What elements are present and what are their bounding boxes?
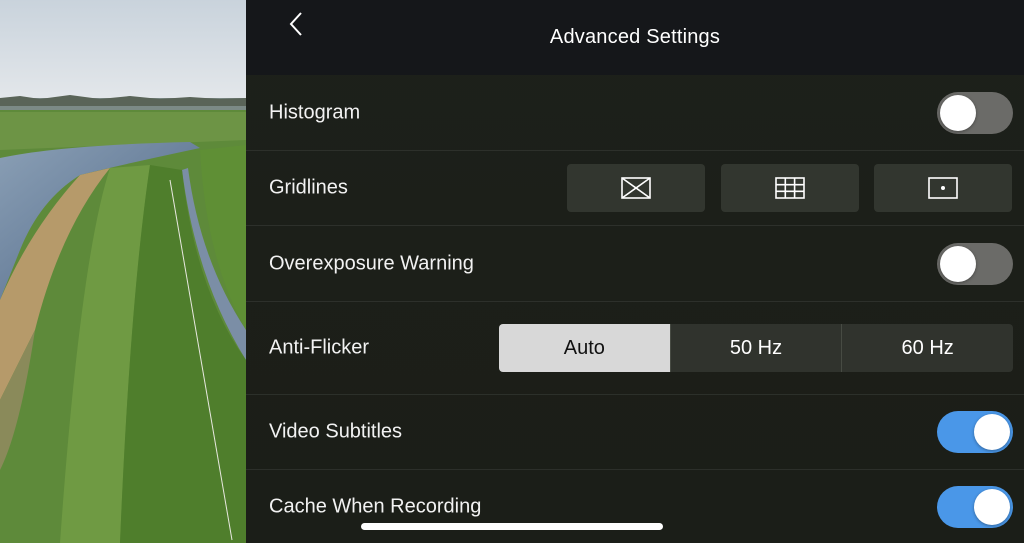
header-bar: Advanced Settings (246, 0, 1024, 75)
home-indicator[interactable] (361, 523, 663, 530)
video-subtitles-label: Video Subtitles (269, 420, 403, 443)
gridline-diagonal-button[interactable] (567, 164, 705, 212)
anti-flicker-50hz[interactable]: 50 Hz (669, 324, 842, 372)
overexposure-toggle[interactable] (937, 243, 1013, 285)
toggle-knob (974, 489, 1010, 525)
gridline-3x3-button[interactable] (721, 164, 859, 212)
toggle-knob (940, 246, 976, 282)
anti-flicker-label: Anti-Flicker (269, 336, 370, 359)
overexposure-label: Overexposure Warning (269, 252, 474, 275)
gridlines-row: Gridlines (246, 150, 1024, 226)
gridline-center-button[interactable] (874, 164, 1012, 212)
grid-3x3-icon (775, 177, 805, 199)
cache-recording-row: Cache When Recording (246, 469, 1024, 543)
page-title: Advanced Settings (549, 26, 721, 48)
cache-recording-toggle[interactable] (937, 486, 1013, 528)
settings-panel: Advanced Settings Histogram Gridlines Ov… (246, 0, 1024, 543)
anti-flicker-60hz[interactable]: 60 Hz (841, 324, 1013, 372)
cache-recording-label: Cache When Recording (269, 495, 482, 518)
gridlines-label: Gridlines (269, 176, 348, 199)
video-subtitles-toggle[interactable] (937, 411, 1013, 453)
center-point-icon (928, 177, 958, 199)
diagonal-grid-icon (621, 177, 651, 199)
toggle-knob (974, 414, 1010, 450)
overexposure-row: Overexposure Warning (246, 225, 1024, 302)
anti-flicker-auto[interactable]: Auto (499, 324, 670, 372)
histogram-label: Histogram (269, 101, 361, 124)
histogram-toggle[interactable] (937, 92, 1013, 134)
histogram-row: Histogram (246, 75, 1024, 151)
anti-flicker-segmented: Auto 50 Hz 60 Hz (499, 324, 1013, 372)
camera-preview (0, 0, 246, 543)
anti-flicker-row: Anti-Flicker Auto 50 Hz 60 Hz (246, 301, 1024, 395)
toggle-knob (940, 95, 976, 131)
video-subtitles-row: Video Subtitles (246, 394, 1024, 470)
